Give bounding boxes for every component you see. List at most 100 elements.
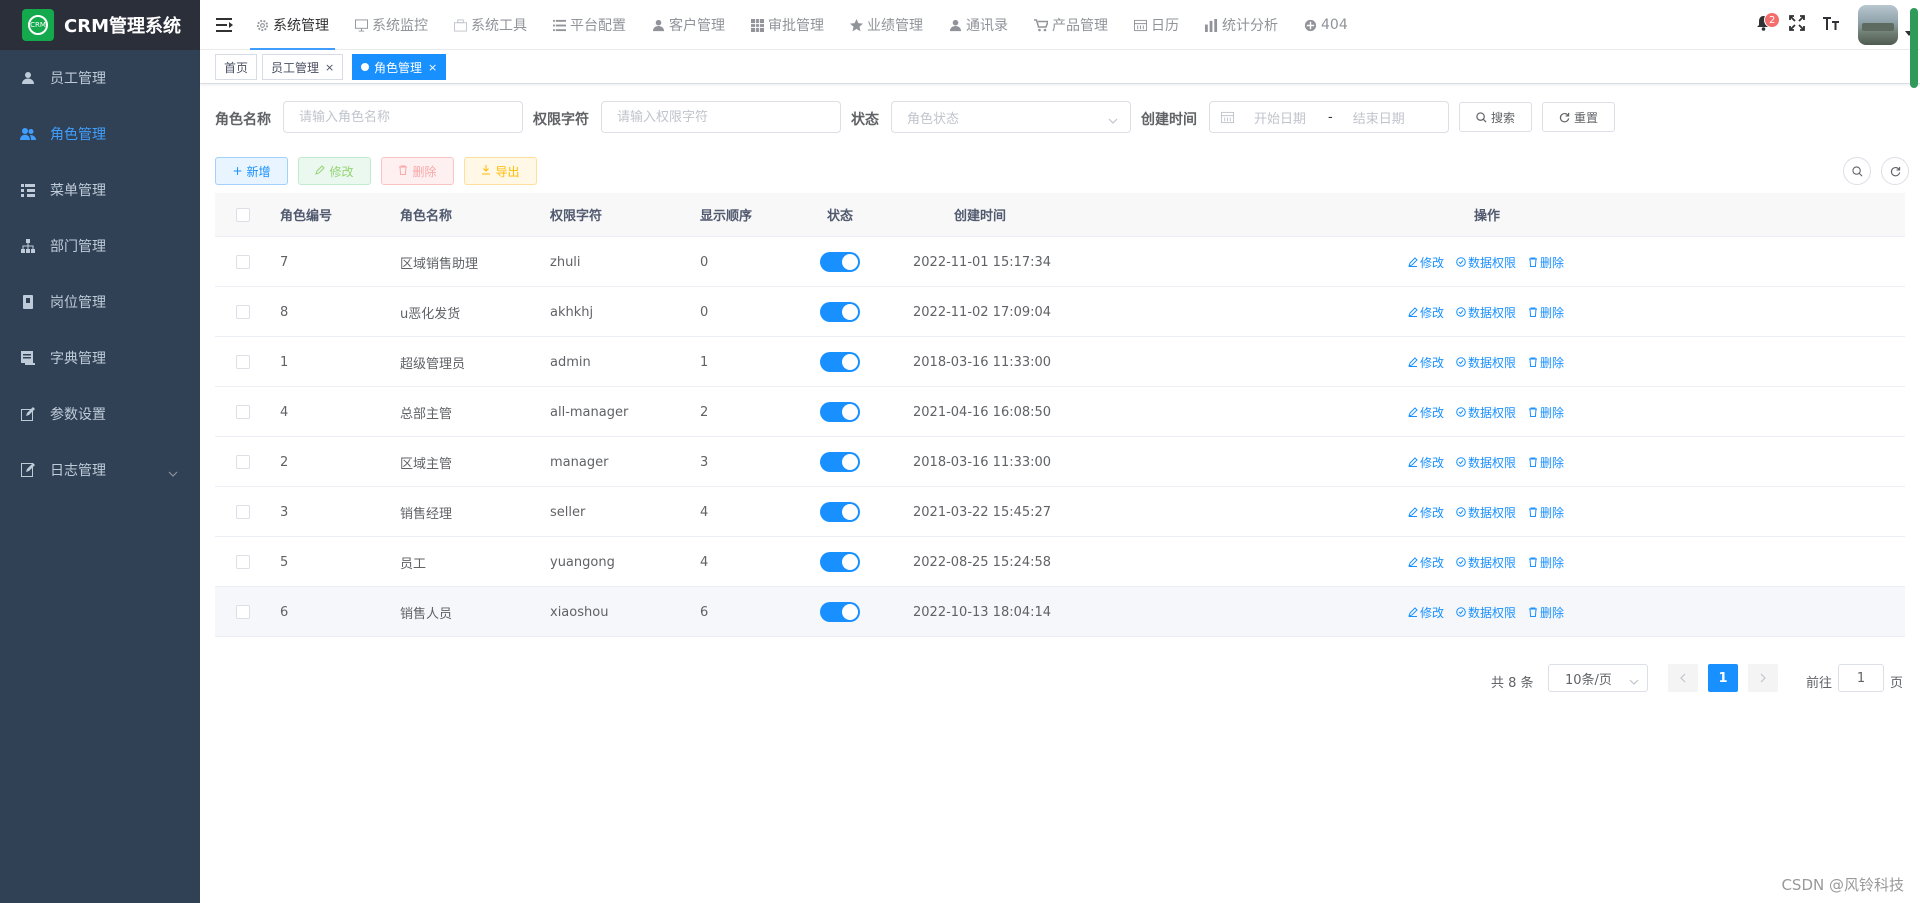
sidebar-item-dictionary[interactable]: 字典管理 — [0, 330, 200, 386]
end-date-input[interactable]: 结束日期 — [1353, 108, 1405, 127]
topnav-statistics[interactable]: 统计分析 — [1199, 0, 1284, 50]
select-all-checkbox[interactable] — [236, 208, 250, 222]
font-size-button[interactable] — [1814, 0, 1848, 50]
row-data-scope-link[interactable]: 数据权限 — [1456, 304, 1516, 321]
row-checkbox[interactable] — [236, 405, 250, 419]
export-button[interactable]: 导出 — [464, 157, 537, 185]
col-role-name[interactable]: 角色名称 — [400, 205, 452, 224]
sidebar-item-logs[interactable]: 日志管理 — [0, 442, 200, 498]
topnav-calendar[interactable]: 日历 — [1128, 0, 1185, 50]
row-edit-link[interactable]: 修改 — [1408, 404, 1444, 421]
row-data-scope-link[interactable]: 数据权限 — [1456, 504, 1516, 521]
avatar[interactable] — [1858, 5, 1898, 45]
tag-roles[interactable]: 角色管理 × — [352, 54, 447, 80]
status-toggle[interactable] — [820, 552, 860, 572]
row-checkbox[interactable] — [236, 555, 250, 569]
app-logo[interactable]: CRM CRM管理系统 — [0, 0, 200, 50]
row-data-scope-link[interactable]: 数据权限 — [1456, 254, 1516, 271]
topnav-customers[interactable]: 客户管理 — [646, 0, 731, 50]
status-toggle[interactable] — [820, 402, 860, 422]
row-data-scope-link[interactable]: 数据权限 — [1456, 404, 1516, 421]
row-delete-link[interactable]: 删除 — [1528, 454, 1564, 471]
row-edit-link[interactable]: 修改 — [1408, 604, 1444, 621]
page-number-button[interactable]: 1 — [1708, 664, 1738, 692]
fullscreen-button[interactable] — [1780, 0, 1814, 50]
topnav-404[interactable]: 404 — [1298, 0, 1354, 50]
tag-home[interactable]: 首页 — [215, 54, 258, 80]
status-select[interactable]: 角色状态 — [891, 101, 1131, 133]
table-row[interactable]: 5 员工 yuangong 4 2022-08-25 15:24:58 修改 数据权限 删除 — [215, 537, 1905, 587]
table-row[interactable]: 4 总部主管 all-manager 2 2021-04-16 16:08:50 修改 数据… — [215, 387, 1905, 437]
table-row[interactable]: 7 区域销售助理 zhuli 0 2022-11-01 15:17:34 修改 数据权限 删除 — [215, 237, 1905, 287]
row-edit-link[interactable]: 修改 — [1408, 304, 1444, 321]
row-delete-link[interactable]: 删除 — [1528, 354, 1564, 371]
topnav-system[interactable]: 系统管理 — [250, 0, 335, 50]
col-sort[interactable]: 显示顺序 — [700, 205, 752, 224]
row-data-scope-link[interactable]: 数据权限 — [1456, 554, 1516, 571]
row-edit-link[interactable]: 修改 — [1408, 254, 1444, 271]
status-toggle[interactable] — [820, 352, 860, 372]
status-toggle[interactable] — [820, 502, 860, 522]
status-toggle[interactable] — [820, 452, 860, 472]
row-checkbox[interactable] — [236, 505, 250, 519]
add-button[interactable]: + 新增 — [215, 157, 288, 185]
status-toggle[interactable] — [820, 302, 860, 322]
table-row[interactable]: 6 销售人员 xiaoshou 6 2022-10-13 18:04:14 修改 数据权限删… — [215, 587, 1905, 637]
refresh-table-button[interactable] — [1881, 157, 1909, 185]
topnav-monitor[interactable]: 系统监控 — [349, 0, 434, 50]
col-role-key[interactable]: 权限字符 — [550, 205, 602, 224]
row-delete-link[interactable]: 删除 — [1528, 254, 1564, 271]
row-delete-link[interactable]: 删除 — [1528, 504, 1564, 521]
sidebar-item-settings[interactable]: 参数设置 — [0, 386, 200, 442]
topnav-contacts[interactable]: 通讯录 — [943, 0, 1014, 50]
topnav-approval[interactable]: 审批管理 — [745, 0, 830, 50]
table-row[interactable]: 1 超级管理员 admin 1 2018-03-16 11:33:00 修改 数据权限 删除 — [215, 337, 1905, 387]
row-delete-link[interactable]: 删除 — [1528, 404, 1564, 421]
hamburger-toggle-icon[interactable] — [216, 17, 234, 33]
sidebar-item-roles[interactable]: 角色管理 — [0, 106, 200, 162]
row-checkbox[interactable] — [236, 305, 250, 319]
edit-button[interactable]: 修改 — [298, 157, 371, 185]
status-toggle[interactable] — [820, 602, 860, 622]
role-name-input[interactable] — [283, 101, 523, 133]
toggle-search-button[interactable] — [1843, 157, 1871, 185]
row-edit-link[interactable]: 修改 — [1408, 554, 1444, 571]
date-range-picker[interactable]: 开始日期 - 结束日期 — [1209, 101, 1449, 133]
row-checkbox[interactable] — [236, 255, 250, 269]
next-page-button[interactable] — [1748, 664, 1778, 692]
search-button[interactable]: 搜索 — [1459, 102, 1532, 132]
sidebar-item-employees[interactable]: 员工管理 — [0, 50, 200, 106]
close-icon[interactable]: × — [325, 61, 334, 74]
row-delete-link[interactable]: 删除 — [1528, 604, 1564, 621]
col-role-id[interactable]: 角色编号 — [280, 205, 332, 224]
sidebar-item-departments[interactable]: 部门管理 — [0, 218, 200, 274]
notification-button[interactable]: 2 — [1746, 0, 1781, 50]
row-data-scope-link[interactable]: 数据权限 — [1456, 454, 1516, 471]
goto-page-input[interactable] — [1838, 664, 1884, 692]
topnav-products[interactable]: 产品管理 — [1028, 0, 1114, 50]
tag-employees[interactable]: 员工管理 × — [262, 54, 344, 80]
row-checkbox[interactable] — [236, 355, 250, 369]
start-date-input[interactable]: 开始日期 — [1254, 108, 1314, 127]
close-icon[interactable]: × — [428, 61, 437, 74]
row-edit-link[interactable]: 修改 — [1408, 354, 1444, 371]
row-delete-link[interactable]: 删除 — [1528, 554, 1564, 571]
row-checkbox[interactable] — [236, 455, 250, 469]
delete-button[interactable]: 删除 — [381, 157, 454, 185]
status-toggle[interactable] — [820, 252, 860, 272]
table-row[interactable]: 3 销售经理 seller 4 2021-03-22 15:45:27 修改 数据权限 删除 — [215, 487, 1905, 537]
sidebar-item-posts[interactable]: 岗位管理 — [0, 274, 200, 330]
row-edit-link[interactable]: 修改 — [1408, 454, 1444, 471]
row-edit-link[interactable]: 修改 — [1408, 504, 1444, 521]
topnav-performance[interactable]: 业绩管理 — [844, 0, 929, 50]
row-data-scope-link[interactable]: 数据权限 — [1456, 604, 1516, 621]
page-scrollbar[interactable] — [1910, 8, 1918, 88]
table-row[interactable]: 8 u恶化发货 akhkhj 0 2022-11-02 17:09:04 修改 数据权限 删除 — [215, 287, 1905, 337]
reset-button[interactable]: 重置 — [1542, 102, 1615, 132]
role-key-input[interactable] — [601, 101, 841, 133]
row-data-scope-link[interactable]: 数据权限 — [1456, 354, 1516, 371]
col-status[interactable]: 状态 — [827, 205, 853, 224]
row-delete-link[interactable]: 删除 — [1528, 304, 1564, 321]
table-row[interactable]: 2 区域主管 manager 3 2018-03-16 11:33:00 修改 数据权限 删除 — [215, 437, 1905, 487]
topnav-platform[interactable]: 平台配置 — [547, 0, 632, 50]
